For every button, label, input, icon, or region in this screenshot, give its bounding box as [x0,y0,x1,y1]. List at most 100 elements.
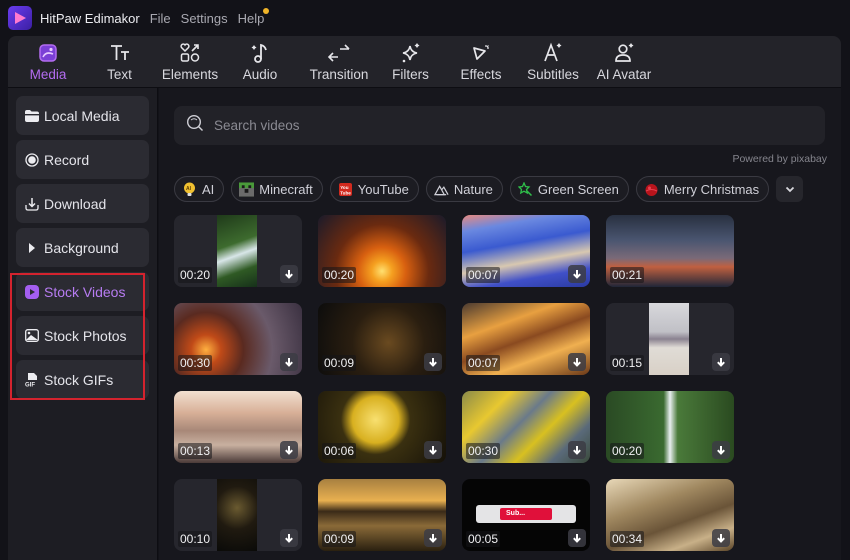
powered-by-label: Powered by pixabay [732,153,827,165]
download-arrow-icon [285,269,293,279]
video-duration: 00:20 [322,267,357,283]
download-icon [25,197,39,211]
video-card[interactable]: 00:20 [606,391,734,463]
sidebar-item-record[interactable]: Record [16,140,149,179]
download-video-button[interactable] [280,529,298,547]
video-card[interactable]: 00:07 [462,303,590,375]
green-screen-icon [517,181,533,197]
gif-icon: GIF [25,372,39,387]
app-window: HitPaw Edimakor File Settings Help Media… [0,0,850,560]
app-title: HitPaw Edimakor [40,10,140,26]
menu-help-label: Help [237,10,265,26]
video-card[interactable]: 00:06 [318,391,446,463]
video-card[interactable]: 00:20 [318,215,446,287]
search-input[interactable] [214,118,794,133]
download-video-button[interactable] [280,265,298,283]
download-video-button[interactable] [568,353,586,371]
video-card[interactable]: 00:30 [462,391,590,463]
search-bar[interactable] [174,106,825,145]
sidebar-item-label: Background [44,239,119,256]
svg-text:AI: AI [186,186,192,192]
video-card[interactable]: 00:20 [174,215,302,287]
video-card[interactable]: 00:07 [462,215,590,287]
download-video-button[interactable] [568,265,586,283]
svg-text:You: You [340,185,349,190]
chip-ai[interactable]: AI AI [174,176,225,202]
chip-label: AI [202,181,215,197]
sidebar-item-stock-videos[interactable]: Stock Videos [16,272,149,311]
app-logo-icon [8,6,32,30]
tab-audio[interactable]: Audio [221,36,299,88]
tab-elements-label: Elements [161,67,219,82]
filters-icon [399,42,423,64]
tab-media[interactable]: Media [16,36,80,88]
tab-transition[interactable]: Transition [299,36,379,88]
tab-subtitles[interactable]: Subtitles [520,36,586,88]
download-video-button[interactable] [424,441,442,459]
video-card[interactable]: 00:15 [606,303,734,375]
sidebar-item-stock-gifs[interactable]: GIF Stock GIFs [16,360,149,399]
download-video-button[interactable] [712,353,730,371]
chip-merry-christmas[interactable]: Merry Christmas [635,176,770,202]
download-arrow-icon [717,533,725,543]
chip-label: Merry Christmas [663,181,760,197]
tab-elements[interactable]: Elements [159,36,221,88]
download-video-button[interactable] [424,529,442,547]
sidebar-item-label: Local Media [44,107,120,124]
svg-text:GIF: GIF [25,382,35,387]
download-video-button[interactable] [568,441,586,459]
video-thumbnail [217,479,257,551]
download-video-button[interactable] [424,353,442,371]
video-thumbnail [649,303,689,375]
download-arrow-icon [429,357,437,367]
effects-icon [469,42,493,64]
mountain-icon [433,182,449,197]
chip-youtube[interactable]: You Tube YouTube [329,176,419,202]
sidebar-item-label: Stock Photos [44,327,127,344]
chip-green-screen[interactable]: Green Screen [509,176,629,202]
subtitles-icon [541,42,565,64]
svg-text:Tube: Tube [340,190,351,195]
download-arrow-icon [573,533,581,543]
tab-filters[interactable]: Filters [379,36,442,88]
video-duration: 00:13 [178,443,213,459]
menu-file[interactable]: File [150,11,171,26]
sidebar-item-label: Download [44,195,107,212]
sidebar-item-stock-photos[interactable]: Stock Photos [16,316,149,355]
tab-ai-avatar[interactable]: AI Avatar [586,36,662,88]
download-video-button[interactable] [280,441,298,459]
minecraft-icon [239,181,255,197]
video-card[interactable]: 00:09 [318,303,446,375]
download-video-button[interactable] [280,353,298,371]
download-video-button[interactable] [568,529,586,547]
download-video-button[interactable] [712,441,730,459]
tab-effects[interactable]: Effects [442,36,520,88]
tab-audio-label: Audio [242,67,278,82]
image-icon [25,329,39,343]
sidebar-item-download[interactable]: Download [16,184,149,223]
video-duration: 00:05 [466,531,501,547]
chip-minecraft[interactable]: Minecraft [231,176,323,202]
video-card[interactable]: 00:34 [606,479,734,551]
more-categories-button[interactable] [776,176,804,202]
sidebar-item-local-media[interactable]: Local Media [16,96,149,135]
video-card[interactable]: 00:09 [318,479,446,551]
tab-effects-label: Effects [460,67,502,82]
audio-icon [248,42,272,64]
video-card[interactable]: Sub... 00:05 [462,479,590,551]
video-duration: 00:06 [322,443,357,459]
scrollbar-track[interactable] [841,36,850,560]
chip-label: Green Screen [537,181,619,197]
video-thumbnail [217,215,257,287]
video-card[interactable]: 00:30 [174,303,302,375]
video-card[interactable]: 00:10 [174,479,302,551]
video-card[interactable]: 00:21 [606,215,734,287]
menu-help[interactable]: Help [237,7,270,26]
video-card[interactable]: 00:13 [174,391,302,463]
chip-nature[interactable]: Nature [425,176,503,202]
download-video-button[interactable] [712,529,730,547]
tab-text[interactable]: Text [80,36,159,88]
video-duration: 00:20 [178,267,213,283]
menu-settings[interactable]: Settings [181,11,228,26]
sidebar-item-background[interactable]: Background [16,228,149,267]
